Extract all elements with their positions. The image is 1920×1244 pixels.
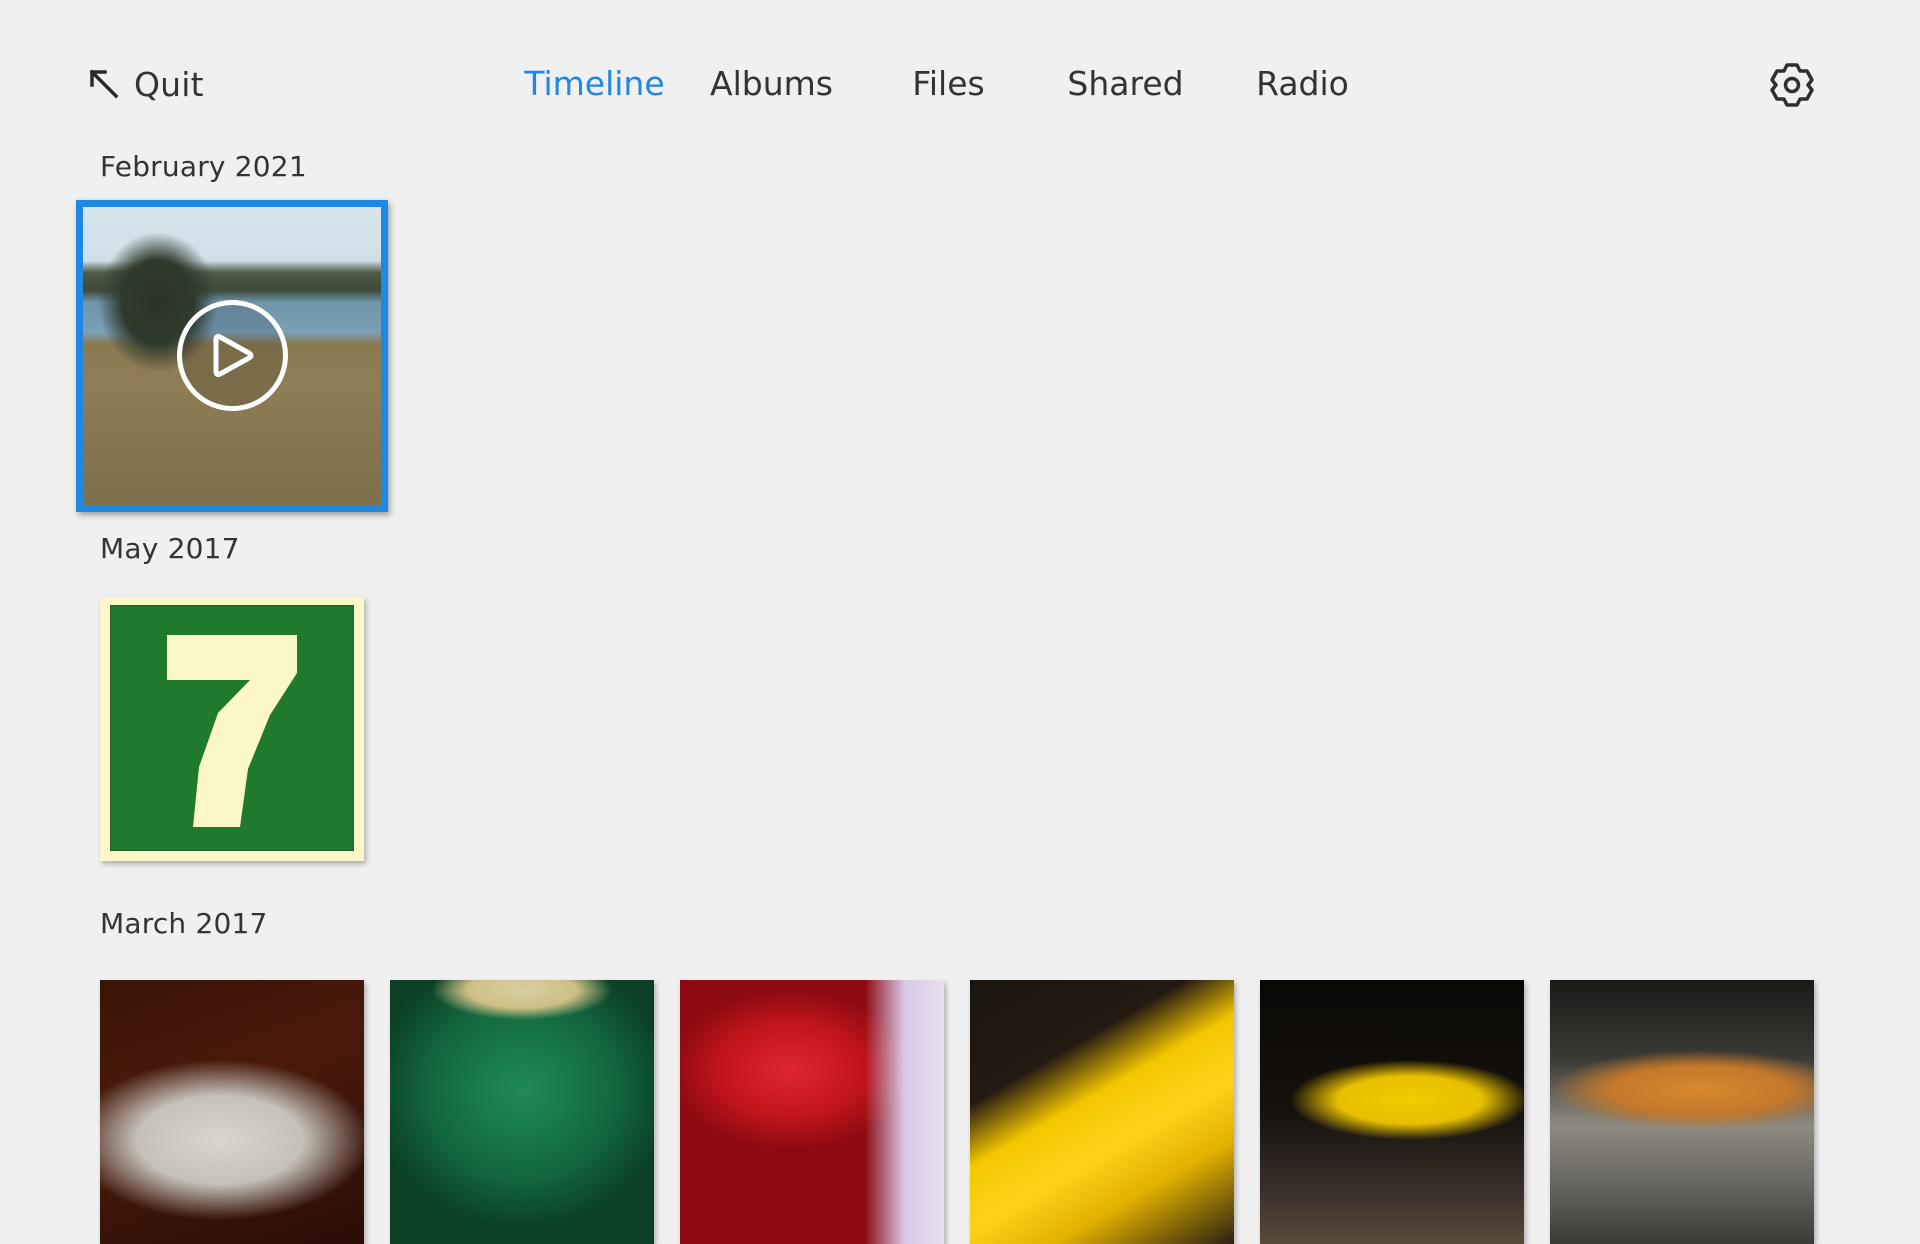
photo-thumbnail[interactable] <box>100 597 364 861</box>
video-thumbnail[interactable] <box>76 200 388 512</box>
quit-label: Quit <box>134 64 204 104</box>
main-nav: Timeline Albums Files Shared Radio <box>506 62 1391 106</box>
green-sign-image <box>100 597 364 861</box>
photo-thumbnail[interactable] <box>1550 980 1814 1244</box>
photo-thumbnail[interactable] <box>970 980 1234 1244</box>
section-title-march-2017: March 2017 <box>100 907 268 940</box>
number-seven-glyph <box>167 635 297 827</box>
red-car-rear-image <box>680 980 944 1244</box>
quit-button[interactable]: Quit <box>88 62 204 106</box>
arrow-up-left-icon <box>89 69 119 99</box>
photo-thumbnail[interactable] <box>390 980 654 1244</box>
tab-radio[interactable]: Radio <box>1214 62 1391 106</box>
orange-car-at-show-image <box>1550 980 1814 1244</box>
section-title-february-2021: February 2021 <box>100 150 307 183</box>
tab-shared[interactable]: Shared <box>1037 62 1214 106</box>
yellow-sports-car-image <box>970 980 1234 1244</box>
settings-button[interactable] <box>1768 61 1816 109</box>
white-convertible-car-image <box>100 980 364 1244</box>
photo-thumbnail[interactable] <box>100 980 364 1244</box>
tab-timeline[interactable]: Timeline <box>506 62 683 106</box>
tab-files[interactable]: Files <box>860 62 1037 106</box>
section-title-may-2017: May 2017 <box>100 532 240 565</box>
tab-albums[interactable]: Albums <box>683 62 860 106</box>
gear-icon <box>1770 63 1814 107</box>
play-circle-icon <box>177 300 288 411</box>
top-bar: Quit Timeline Albums Files Shared Radio <box>0 0 1920 130</box>
green-sports-car-image <box>390 980 654 1244</box>
photo-thumbnail[interactable] <box>680 980 944 1244</box>
photo-thumbnail[interactable] <box>1260 980 1524 1244</box>
yellow-car-at-show-image <box>1260 980 1524 1244</box>
